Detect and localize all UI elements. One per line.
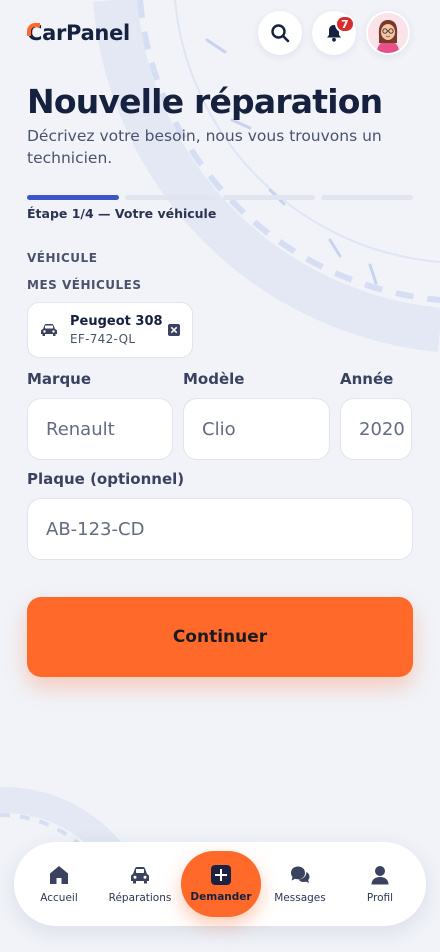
model-label: Modèle [183, 370, 245, 388]
nav-item-repairs[interactable]: Réparations [102, 842, 178, 926]
plate-label: Plaque (optionnel) [27, 470, 185, 488]
vehicle-section-heading: VÉHICULE [27, 251, 98, 265]
model-input-placeholder: Clio [202, 418, 236, 440]
chat-bubbles-icon [291, 866, 310, 883]
notifications-button[interactable]: 7 [312, 11, 356, 55]
saved-vehicle-chip[interactable]: Peugeot 308 EF-742-QL [27, 302, 193, 358]
progress-segment-1 [27, 195, 119, 200]
car-icon [41, 324, 57, 336]
my-vehicles-label: MES VÉHICULES [27, 278, 142, 292]
continue-button-label: Continuer [172, 627, 268, 647]
close-icon[interactable] [168, 324, 180, 336]
saved-vehicle-name: Peugeot 308 [70, 314, 163, 329]
nav-label-repairs: Réparations [108, 892, 172, 904]
app-logo[interactable]: CarPanel [27, 21, 130, 45]
search-icon [271, 24, 290, 43]
logo-text: CarPanel [27, 21, 130, 45]
nav-label-request: Demander [190, 891, 252, 903]
brand-label: Marque [27, 370, 92, 388]
saved-vehicle-info: Peugeot 308 EF-742-QL [70, 314, 168, 346]
new-repair-page: CarPanel 7 Nouvelle réparation Décrivez … [0, 0, 440, 952]
search-button[interactable] [258, 11, 302, 55]
nav-label-messages: Messages [274, 892, 326, 904]
year-label: Année [340, 370, 394, 388]
step-progress-bar [27, 195, 413, 200]
saved-vehicle-plate: EF-742-QL [70, 332, 136, 346]
continue-button[interactable]: Continuer [27, 597, 413, 677]
nav-item-messages[interactable]: Messages [268, 842, 332, 926]
step-label: Étape 1/4 — Votre véhicule [27, 206, 217, 221]
plus-square-icon [211, 865, 231, 885]
model-input[interactable]: Clio [183, 398, 330, 460]
car-icon [131, 867, 149, 884]
progress-segment-2 [125, 195, 217, 200]
page-title: Nouvelle réparation [27, 82, 383, 121]
plate-input[interactable]: AB-123-CD [27, 498, 413, 560]
bottom-navigation: Accueil Réparations Demander Messages Pr… [14, 842, 426, 926]
page-subtitle: Décrivez votre besoin, nous vous trouvon… [27, 127, 382, 167]
nav-item-home[interactable]: Accueil [28, 842, 90, 926]
year-input-placeholder: 2020 [359, 418, 405, 440]
user-icon [371, 866, 389, 885]
progress-segment-4 [321, 195, 413, 200]
nav-label-home: Accueil [40, 892, 78, 904]
notification-count-badge: 7 [335, 15, 355, 33]
brand-input[interactable]: Renault [27, 398, 173, 460]
nav-item-profile[interactable]: Profil [352, 842, 408, 926]
nav-label-profile: Profil [366, 892, 394, 904]
top-bar: CarPanel 7 [0, 0, 440, 68]
year-input[interactable]: 2020 [340, 398, 412, 460]
nav-item-request[interactable]: Demander [181, 851, 261, 917]
avatar[interactable] [366, 11, 410, 55]
user-avatar-illustration [368, 13, 408, 53]
home-icon [50, 866, 68, 884]
plate-input-placeholder: AB-123-CD [46, 518, 145, 540]
progress-segment-3 [223, 195, 315, 200]
brand-input-placeholder: Renault [46, 418, 115, 440]
